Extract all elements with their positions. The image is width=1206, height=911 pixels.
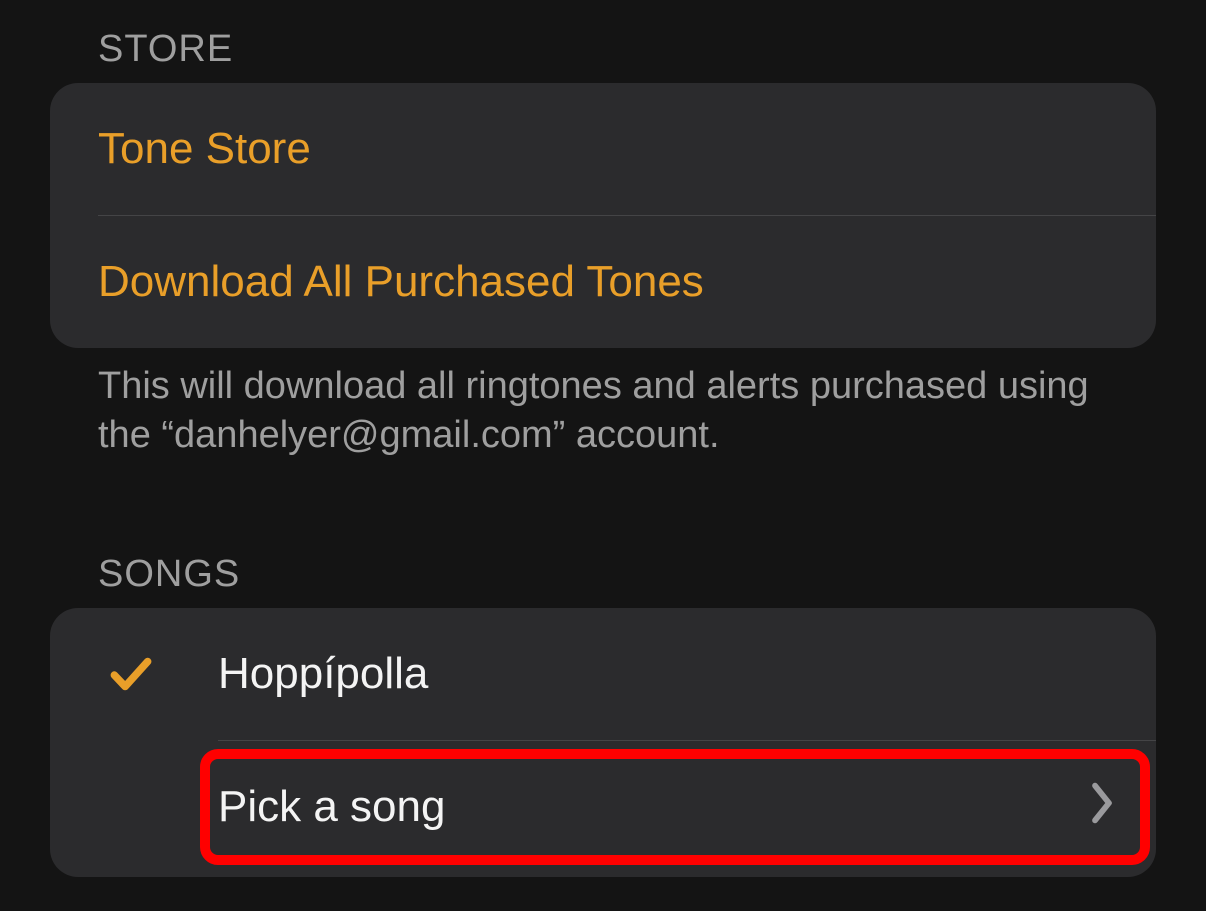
pick-a-song-row[interactable]: Pick a song <box>50 741 1156 873</box>
tone-store-label: Tone Store <box>98 124 311 174</box>
download-all-label: Download All Purchased Tones <box>98 257 704 307</box>
selected-song-row[interactable]: Hoppípolla <box>50 608 1156 740</box>
store-card: Tone Store Download All Purchased Tones <box>50 83 1156 348</box>
check-column <box>98 649 218 699</box>
store-section-header: STORE <box>50 20 1156 83</box>
checkmark-icon <box>106 649 156 699</box>
download-all-row[interactable]: Download All Purchased Tones <box>50 216 1156 348</box>
chevron-right-icon <box>1088 781 1116 833</box>
store-section-footer: This will download all ringtones and ale… <box>50 348 1156 461</box>
songs-card: Hoppípolla Pick a song <box>50 608 1156 877</box>
pick-a-song-label: Pick a song <box>218 782 445 832</box>
songs-section-header: SONGS <box>50 545 1156 608</box>
selected-song-label: Hoppípolla <box>218 649 428 699</box>
tone-store-row[interactable]: Tone Store <box>50 83 1156 215</box>
